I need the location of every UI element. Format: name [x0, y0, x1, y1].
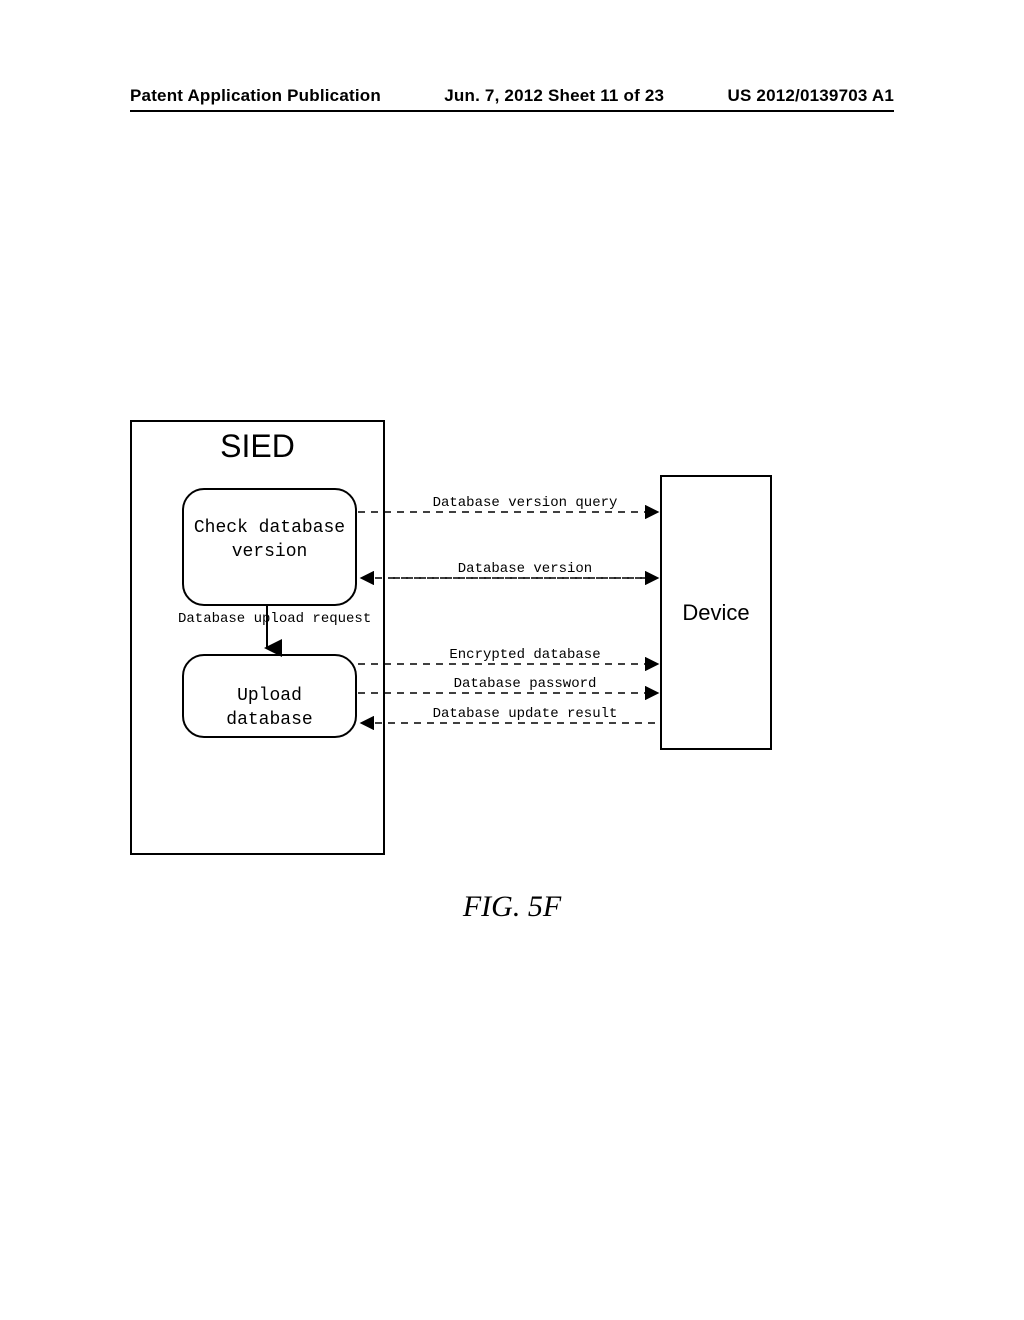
sied-title: SIED: [132, 428, 383, 465]
state-check-database-version: Check database version: [182, 488, 357, 606]
sied-container: SIED Check database version Database upl…: [130, 420, 385, 855]
msg-db-update-result: Database update result: [400, 706, 650, 722]
device-label: Device: [682, 600, 749, 626]
transition-upload-request-label: Database upload request: [178, 611, 363, 627]
header-center: Jun. 7, 2012 Sheet 11 of 23: [444, 86, 664, 106]
header-right: US 2012/0139703 A1: [727, 86, 894, 106]
page: Patent Application Publication Jun. 7, 2…: [0, 0, 1024, 1320]
page-header: Patent Application Publication Jun. 7, 2…: [130, 86, 894, 106]
state-upload-database: Upload database: [182, 654, 357, 738]
figure-label: FIG. 5F: [0, 890, 1024, 924]
msg-db-version: Database version: [400, 561, 650, 577]
sequence-diagram: SIED Check database version Database upl…: [130, 420, 775, 860]
header-rule: [130, 110, 894, 112]
msg-db-version-query: Database version query: [400, 495, 650, 511]
device-box: Device: [660, 475, 772, 750]
header-left: Patent Application Publication: [130, 86, 381, 106]
msg-encrypted-db: Encrypted database: [400, 647, 650, 663]
msg-db-password: Database password: [400, 676, 650, 692]
